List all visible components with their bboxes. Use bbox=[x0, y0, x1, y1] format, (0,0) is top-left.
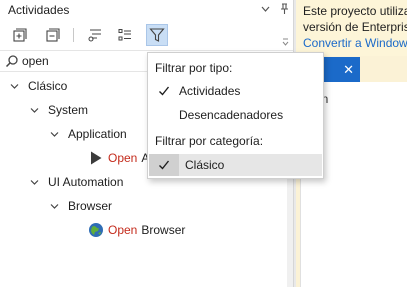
filter-option-activities[interactable]: Actividades bbox=[149, 80, 322, 102]
list-filter-icon bbox=[88, 29, 101, 42]
tree-node-label: Browser bbox=[68, 199, 113, 213]
toolbar-overflow-icon[interactable] bbox=[282, 38, 289, 48]
checkmark-icon bbox=[149, 85, 179, 97]
play-icon bbox=[88, 150, 104, 166]
collapse-all-button[interactable] bbox=[42, 24, 64, 46]
search-match-text: Open bbox=[108, 151, 138, 165]
tree-node-label: UI Automation bbox=[48, 175, 124, 189]
filter-by-category-header: Filtrar por categoría: bbox=[155, 134, 264, 148]
tree-node-label: System bbox=[48, 103, 89, 117]
search-icon bbox=[5, 55, 18, 68]
list-view-button[interactable] bbox=[114, 24, 136, 46]
convert-link[interactable]: Convertir a Window bbox=[303, 35, 407, 51]
activity-label-rest: Browser bbox=[141, 223, 186, 237]
tree-node-label: Application bbox=[68, 127, 127, 141]
tree-node-label: Clásico bbox=[28, 79, 68, 93]
search-match-text: Open bbox=[108, 223, 138, 237]
expand-all-icon bbox=[13, 28, 27, 42]
panel-title-bar: Actividades bbox=[0, 0, 293, 20]
filter-option-classic[interactable]: Clásico bbox=[149, 154, 322, 176]
list-view-icon bbox=[118, 29, 131, 41]
collapse-all-icon bbox=[46, 28, 60, 42]
filter-list-button[interactable] bbox=[84, 24, 106, 46]
filter-option-triggers[interactable]: Desencadenadores bbox=[149, 104, 322, 126]
pin-icon[interactable] bbox=[280, 2, 289, 21]
search-input[interactable] bbox=[22, 53, 142, 69]
filter-option-label: Clásico bbox=[185, 158, 225, 172]
notice-line-2: versión de Enterpris bbox=[303, 20, 407, 34]
tree-node-system[interactable]: System bbox=[28, 98, 88, 122]
checkmark-icon bbox=[149, 154, 179, 176]
tree-node-clasico[interactable]: Clásico bbox=[8, 74, 67, 98]
chevron-down-icon[interactable] bbox=[48, 128, 60, 140]
chevron-down-icon[interactable] bbox=[28, 104, 40, 116]
activity-open-application[interactable]: Open A bbox=[88, 146, 149, 170]
filter-option-label: Actividades bbox=[179, 84, 241, 98]
globe-icon bbox=[88, 222, 104, 238]
chevron-down-icon[interactable] bbox=[8, 80, 20, 92]
filter-option-label: Desencadenadores bbox=[179, 108, 284, 122]
panel-options-chevron-icon[interactable] bbox=[261, 2, 270, 21]
project-notice-banner: Este proyecto utiliza versión de Enterpr… bbox=[296, 0, 407, 56]
filter-by-type-header: Filtrar por tipo: bbox=[155, 61, 233, 75]
filter-button[interactable] bbox=[146, 24, 168, 46]
tree-node-browser[interactable]: Browser bbox=[48, 194, 112, 218]
expand-all-button[interactable] bbox=[9, 24, 31, 46]
close-icon[interactable]: ✕ bbox=[343, 62, 354, 78]
filter-dropdown-menu: Filtrar por tipo: Actividades Desencaden… bbox=[147, 52, 324, 179]
notice-line-1: Este proyecto utiliza bbox=[303, 4, 407, 18]
panel-toolbar bbox=[0, 22, 293, 48]
activity-open-browser[interactable]: Open Browser bbox=[88, 218, 185, 242]
tree-node-ui-automation[interactable]: UI Automation bbox=[28, 170, 123, 194]
tree-node-application[interactable]: Application bbox=[48, 122, 127, 146]
funnel-icon bbox=[149, 28, 165, 42]
chevron-down-icon[interactable] bbox=[48, 200, 60, 212]
chevron-down-icon[interactable] bbox=[28, 176, 40, 188]
panel-title: Actividades bbox=[8, 3, 70, 17]
